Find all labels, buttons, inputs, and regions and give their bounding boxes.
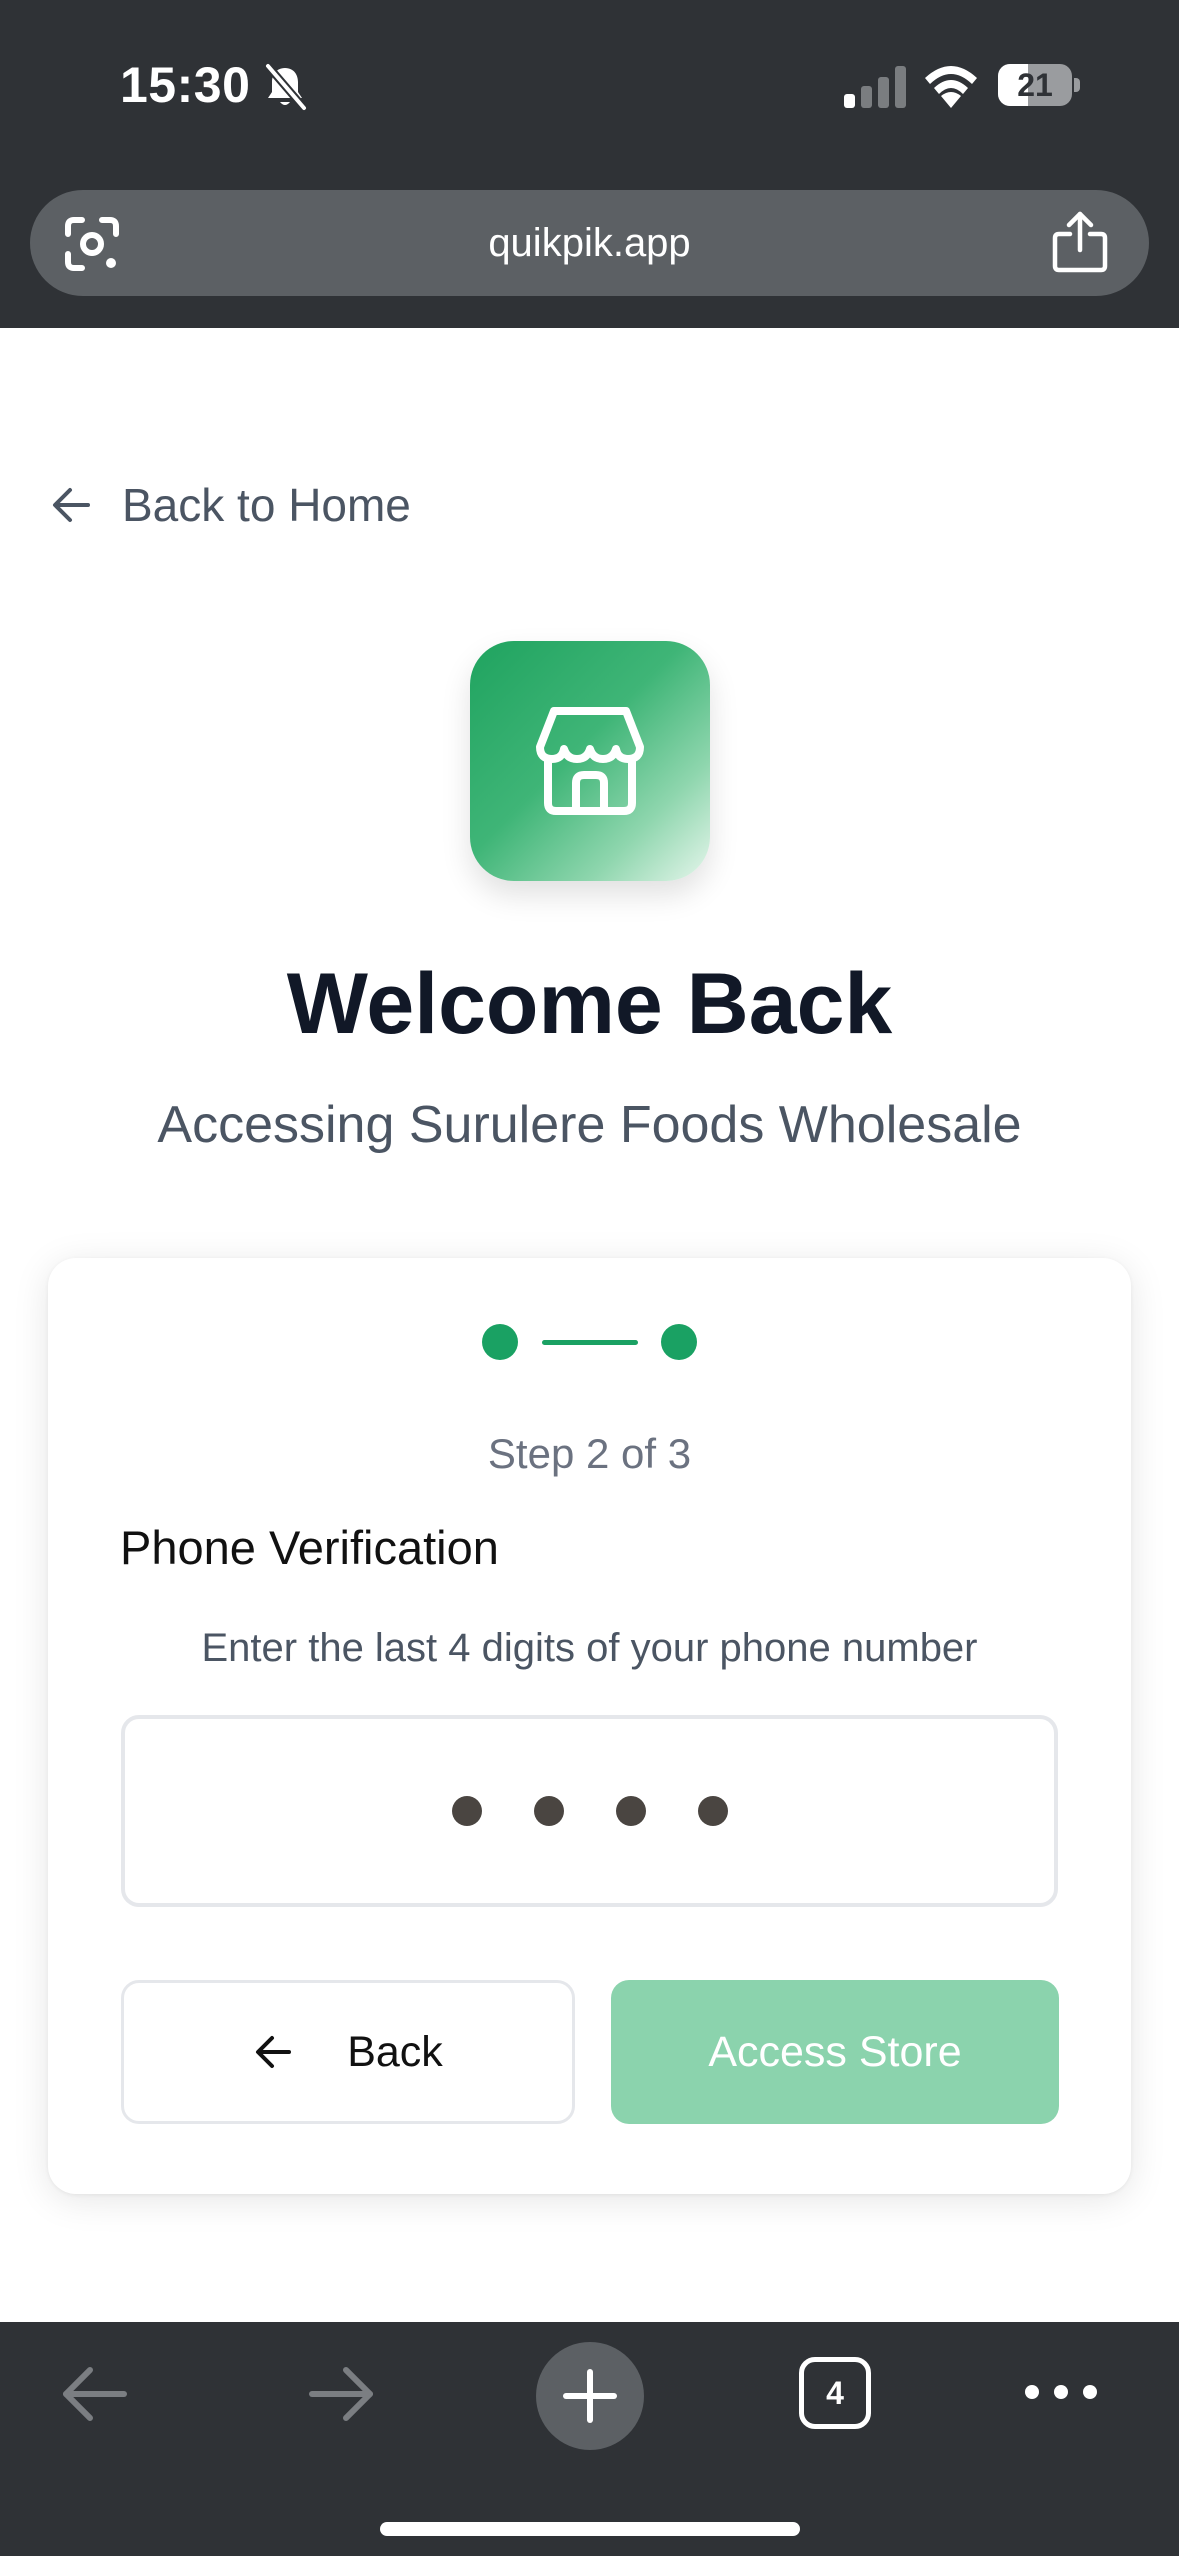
phone-digits-input[interactable]	[121, 1715, 1058, 1907]
battery-level: 21	[1017, 67, 1053, 103]
more-icon[interactable]	[1022, 2374, 1100, 2410]
home-indicator	[380, 2522, 800, 2536]
address-bar[interactable]: quikpik.app	[30, 190, 1149, 296]
plus-icon	[563, 2369, 617, 2423]
url-text[interactable]: quikpik.app	[30, 190, 1149, 296]
section-title: Phone Verification	[120, 1521, 499, 1574]
battery-icon: 21	[998, 64, 1080, 106]
cellular-signal-icon	[844, 66, 906, 108]
pin-mask-dot	[697, 1796, 728, 1826]
step-indicator-dot	[482, 1324, 518, 1360]
step-indicator-connector	[542, 1340, 638, 1345]
verification-card: Step 2 of 3 Phone Verification Enter the…	[48, 1258, 1131, 2194]
share-icon[interactable]	[1051, 210, 1109, 274]
forward-arrow-icon[interactable]	[306, 2358, 378, 2430]
storefront-icon	[536, 707, 644, 815]
page-title: Welcome Back	[286, 956, 893, 1052]
new-tab-button[interactable]	[536, 2342, 644, 2450]
back-to-home-label[interactable]: Back to Home	[122, 478, 411, 532]
bell-slash-icon	[264, 62, 308, 112]
access-store-button-label: Access Store	[708, 2027, 962, 2076]
step-label: Step 2 of 3	[487, 1430, 692, 1477]
access-store-button[interactable]: Access Store	[611, 1980, 1059, 2124]
page-subtitle: Accessing Surulere Foods Wholesale	[157, 1096, 1022, 1154]
back-arrow-icon[interactable]	[58, 2358, 130, 2430]
back-button[interactable]: Back	[121, 1980, 575, 2124]
tabs-icon[interactable]: 4	[799, 2357, 871, 2429]
arrow-left-icon	[53, 488, 90, 522]
pin-mask-dot	[615, 1796, 646, 1826]
pin-mask-dot	[533, 1796, 564, 1826]
back-button-label: Back	[347, 2027, 443, 2076]
browser-top-chrome: 15:30 21 quikpik.app	[0, 0, 1179, 328]
arrow-left-icon	[256, 2036, 292, 2068]
store-logo-badge	[470, 641, 710, 881]
back-to-home-link[interactable]: Back to Home	[50, 470, 411, 540]
wifi-icon	[925, 66, 977, 108]
step-indicator-dot	[661, 1324, 697, 1360]
tab-count: 4	[826, 2374, 844, 2411]
pin-mask-dot	[451, 1796, 482, 1826]
instruction-text: Enter the last 4 digits of your phone nu…	[201, 1626, 978, 1670]
browser-bottom-toolbar: 4	[0, 2322, 1179, 2556]
status-time: 15:30	[120, 57, 251, 113]
